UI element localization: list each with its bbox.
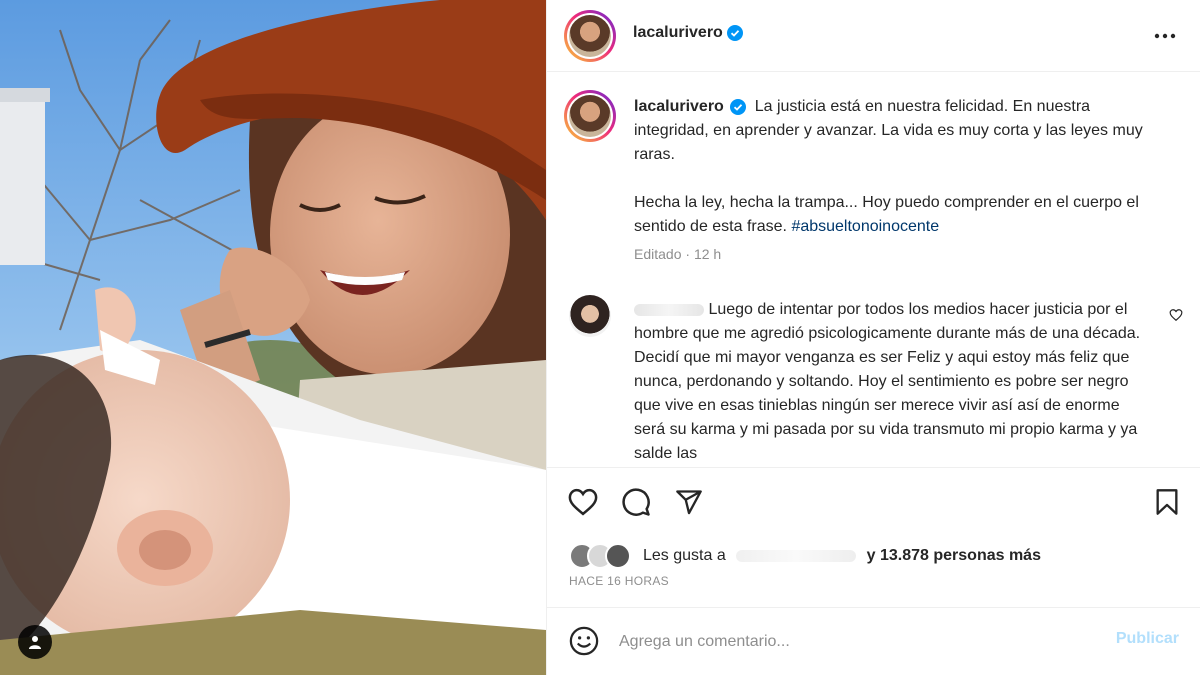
- comment-input[interactable]: [619, 626, 1079, 658]
- edited-label: Editado: [634, 246, 682, 262]
- caption-meta: Editado · 12 h: [634, 246, 721, 262]
- author-avatar[interactable]: [564, 10, 616, 62]
- share-icon[interactable]: [673, 486, 705, 518]
- author-name-row: lacalurivero: [633, 24, 744, 42]
- post-header: lacalurivero: [547, 0, 1200, 72]
- comment-item: Luego de intentar por todos los medios h…: [634, 298, 1154, 466]
- caption-author-avatar[interactable]: [564, 90, 616, 142]
- likes-summary[interactable]: Les gusta a y 13.878 personas más: [569, 541, 1041, 571]
- caption-hashtag-link[interactable]: #absueltonoinocente: [791, 218, 939, 235]
- add-comment-bar: Publicar: [547, 607, 1200, 675]
- meta-separator: ·: [685, 246, 691, 262]
- post-caption: lacalurivero La justicia está en nuestra…: [634, 95, 1154, 239]
- commenter-username-blurred[interactable]: [634, 303, 704, 316]
- post-photo[interactable]: [0, 0, 546, 675]
- likes-text: Les gusta a y 13.878 personas más: [643, 547, 1041, 565]
- post-details-panel: lacalurivero lacalurivero La justicia es…: [546, 0, 1200, 675]
- heart-icon[interactable]: [567, 486, 599, 518]
- comments-scroll-area[interactable]: lacalurivero La justicia está en nuestra…: [547, 72, 1200, 467]
- author-username[interactable]: lacalurivero: [633, 24, 723, 41]
- verified-icon: [730, 98, 747, 115]
- likes-count[interactable]: y 13.878 personas más: [867, 547, 1041, 564]
- liker-username-blurred[interactable]: [736, 549, 857, 562]
- photo-illustration: [0, 0, 546, 675]
- user-tag-icon[interactable]: [18, 625, 52, 659]
- post-timestamp[interactable]: HACE 16 HORAS: [569, 574, 669, 588]
- emoji-icon[interactable]: [569, 626, 601, 658]
- action-bar: [547, 467, 1200, 537]
- caption-username[interactable]: lacalurivero: [634, 98, 724, 115]
- comment-like-heart-icon[interactable]: [1169, 308, 1183, 327]
- comment-text: Luego de intentar por todos los medios h…: [634, 301, 1141, 462]
- time-ago[interactable]: 12 h: [694, 246, 721, 262]
- liker-avatar: [605, 543, 631, 569]
- likes-prefix: Les gusta a: [643, 547, 726, 564]
- verified-icon: [727, 24, 744, 41]
- more-options-icon[interactable]: [1151, 22, 1179, 50]
- comment-icon[interactable]: [620, 486, 652, 518]
- publish-button[interactable]: Publicar: [1116, 630, 1179, 648]
- save-icon[interactable]: [1151, 486, 1183, 518]
- commenter-avatar[interactable]: [569, 295, 611, 337]
